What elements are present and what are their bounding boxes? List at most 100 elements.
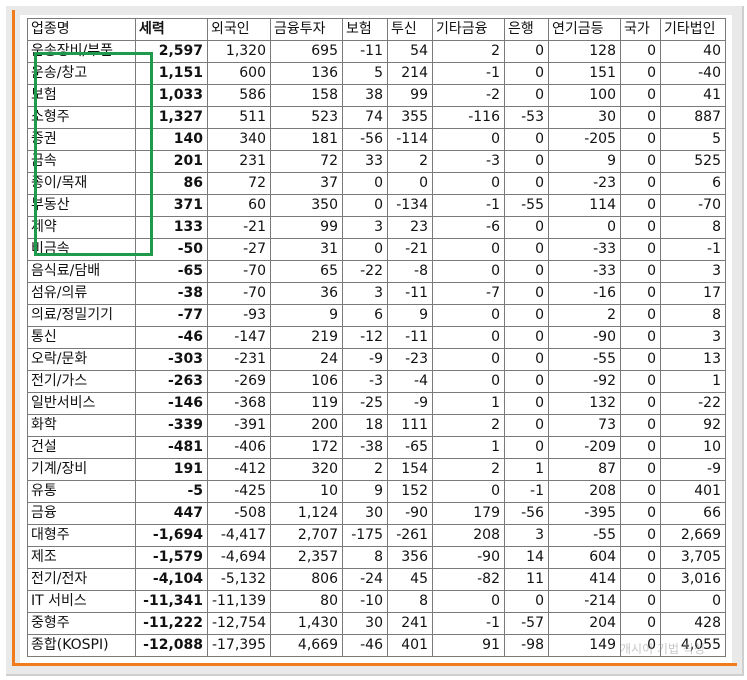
value-cell: -82 xyxy=(432,568,505,591)
value-cell: -24 xyxy=(342,568,388,591)
table-row: 기계/장비 191 -412 320 2 154 2 1 87 0 -9 xyxy=(27,458,726,481)
value-cell: 0 xyxy=(504,326,549,349)
column-header: 연기금등 xyxy=(548,18,621,41)
value-cell: -116 xyxy=(432,106,505,129)
value-cell: 54 xyxy=(387,40,433,63)
value-cell: 114 xyxy=(548,194,621,217)
value-cell: -7 xyxy=(432,282,505,305)
value-cell: 0 xyxy=(620,590,661,613)
value-cell: 356 xyxy=(387,546,433,569)
value-cell: 23 xyxy=(387,216,433,239)
value-cell: 355 xyxy=(387,106,433,129)
sector-name-cell: 일반서비스 xyxy=(27,392,136,415)
value-cell: 154 xyxy=(387,458,433,481)
value-cell: 0 xyxy=(620,216,661,239)
column-header: 외국인 xyxy=(207,18,271,41)
value-cell: -90 xyxy=(548,326,621,349)
value-cell: 100 xyxy=(548,84,621,107)
sector-name-cell: 소형주 xyxy=(27,106,136,129)
table-row: 금속 201 231 72 33 2 -3 0 9 0 525 xyxy=(27,150,726,173)
value-cell: 17 xyxy=(660,282,726,305)
value-cell: 0 xyxy=(342,172,388,195)
value-cell: 3 xyxy=(504,524,549,547)
value-cell: 0 xyxy=(620,524,661,547)
column-header: 투신 xyxy=(387,18,433,41)
value-cell: -9 xyxy=(387,392,433,415)
value-cell: -46 xyxy=(342,634,388,657)
value-cell: 0 xyxy=(620,348,661,371)
sector-name-cell: 유통 xyxy=(27,480,136,503)
value-cell: 152 xyxy=(387,480,433,503)
sector-name-cell: 오락/문화 xyxy=(27,348,136,371)
table-row: 통신 -46 -147 219 -12 -11 0 0 -90 0 3 xyxy=(27,326,726,349)
value-cell: 5 xyxy=(660,128,726,151)
value-cell: 5 xyxy=(342,62,388,85)
value-cell: 92 xyxy=(660,414,726,437)
value-cell: -1 xyxy=(504,480,549,503)
value-cell: 806 xyxy=(270,568,343,591)
value-cell: 0 xyxy=(620,326,661,349)
value-cell: 132 xyxy=(548,392,621,415)
value-cell: 0 xyxy=(432,128,505,151)
value-cell: -92 xyxy=(548,370,621,393)
value-cell: 3 xyxy=(660,260,726,283)
table-row: 유통 -5 -425 10 9 152 0 -1 208 0 401 xyxy=(27,480,726,503)
value-cell: 3 xyxy=(342,216,388,239)
value-cell: 14 xyxy=(504,546,549,569)
value-cell: 0 xyxy=(620,172,661,195)
value-cell: -55 xyxy=(548,524,621,547)
value-cell: 0 xyxy=(620,282,661,305)
value-cell: 0 xyxy=(342,194,388,217)
value-cell: 9 xyxy=(548,150,621,173)
value-cell: 86 xyxy=(135,172,208,195)
value-cell: 604 xyxy=(548,546,621,569)
value-cell: 887 xyxy=(660,106,726,129)
value-cell: 13 xyxy=(660,348,726,371)
value-cell: -9 xyxy=(342,348,388,371)
value-cell: -6 xyxy=(432,216,505,239)
value-cell: 133 xyxy=(135,216,208,239)
value-cell: -425 xyxy=(207,480,271,503)
value-cell: -5 xyxy=(135,480,208,503)
value-cell: 9 xyxy=(270,304,343,327)
value-cell: -12,088 xyxy=(135,634,208,657)
value-cell: -11,222 xyxy=(135,612,208,635)
value-cell: -4,694 xyxy=(207,546,271,569)
value-cell: 0 xyxy=(620,150,661,173)
value-cell: 0 xyxy=(660,590,726,613)
value-cell: 0 xyxy=(620,194,661,217)
value-cell: 0 xyxy=(620,40,661,63)
table-row: 제조 -1,579 -4,694 2,357 8 356 -90 14 604 0 3,705 xyxy=(27,546,726,569)
value-cell: 65 xyxy=(270,260,343,283)
value-cell: 30 xyxy=(342,612,388,635)
value-cell: 0 xyxy=(432,238,505,261)
table-row: 소형주 1,327 511 523 74 355 -116 -53 30 0 887 xyxy=(27,106,726,129)
table-row: 음식료/담배 -65 -70 65 -22 -8 0 0 -33 0 3 xyxy=(27,260,726,283)
value-cell: 60 xyxy=(207,194,271,217)
value-cell: 1,151 xyxy=(135,62,208,85)
value-cell: -23 xyxy=(548,172,621,195)
value-cell: -53 xyxy=(504,106,549,129)
value-cell: -114 xyxy=(387,128,433,151)
value-cell: -481 xyxy=(135,436,208,459)
sector-name-cell: 금속 xyxy=(27,150,136,173)
value-cell: 0 xyxy=(504,414,549,437)
value-cell: -406 xyxy=(207,436,271,459)
value-cell: -33 xyxy=(548,260,621,283)
value-cell: 0 xyxy=(504,260,549,283)
sector-name-cell: IT 서비스 xyxy=(27,590,136,613)
value-cell: 0 xyxy=(620,370,661,393)
value-cell: 3,016 xyxy=(660,568,726,591)
value-cell: -65 xyxy=(387,436,433,459)
value-cell: 523 xyxy=(270,106,343,129)
value-cell: 428 xyxy=(660,612,726,635)
value-cell: -4,104 xyxy=(135,568,208,591)
value-cell: -12 xyxy=(342,326,388,349)
value-cell: 73 xyxy=(548,414,621,437)
value-cell: -412 xyxy=(207,458,271,481)
value-cell: 414 xyxy=(548,568,621,591)
value-cell: -2 xyxy=(432,84,505,107)
value-cell: 586 xyxy=(207,84,271,107)
value-cell: 10 xyxy=(270,480,343,503)
table-row: 건설 -481 -406 172 -38 -65 1 0 -209 0 10 xyxy=(27,436,726,459)
